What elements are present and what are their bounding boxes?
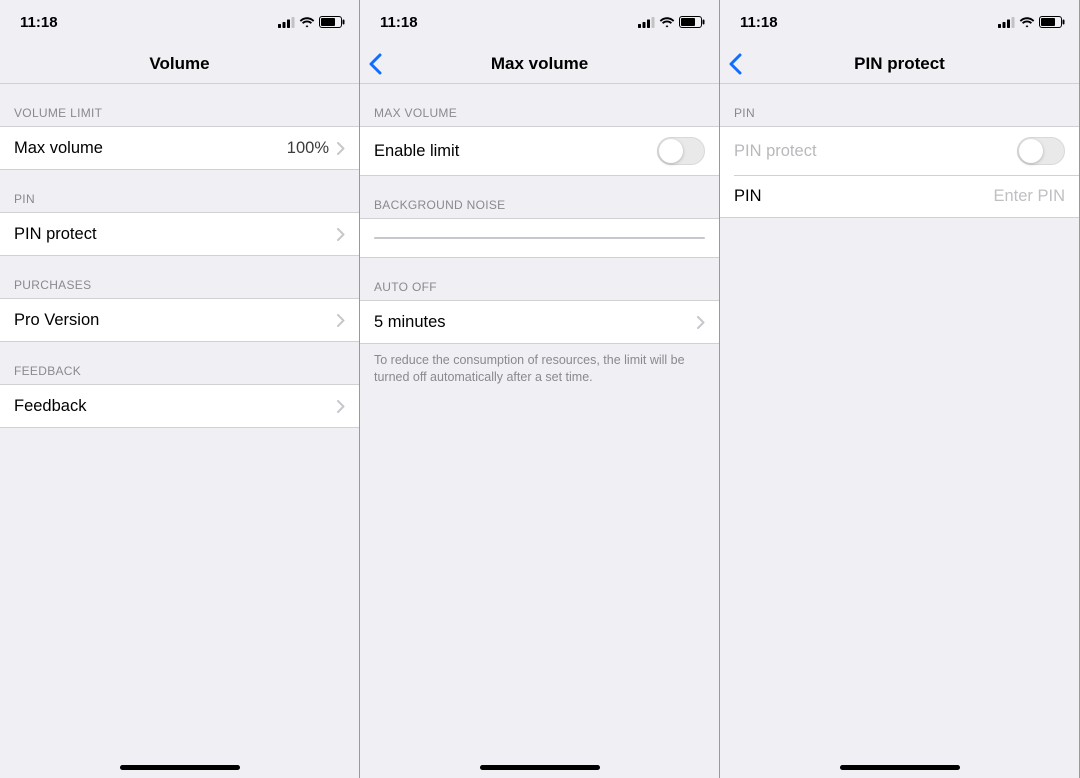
- row-pin-entry[interactable]: PIN: [720, 175, 1079, 217]
- cellular-icon: [278, 17, 295, 28]
- pin-input[interactable]: [965, 187, 1065, 206]
- screen-max-volume: 11:18 Max volume MAX VOLUME Enable limit…: [360, 0, 720, 778]
- status-time: 11:18: [740, 14, 778, 31]
- row-label: PIN protect: [14, 225, 97, 244]
- row-pro-version[interactable]: Pro Version: [0, 299, 359, 341]
- section-header-volume-limit: VOLUME LIMIT: [0, 84, 359, 126]
- slider-track[interactable]: [374, 237, 705, 239]
- section-header-pin: PIN: [720, 84, 1079, 126]
- section-header-max-volume: MAX VOLUME: [360, 84, 719, 126]
- wifi-icon: [1019, 17, 1035, 28]
- section-header-purchases: PURCHASES: [0, 256, 359, 298]
- chevron-left-icon: [728, 53, 742, 75]
- page-title: Volume: [149, 54, 209, 74]
- row-value: 100%: [287, 139, 329, 158]
- status-indicators: [278, 16, 345, 28]
- nav-header: Max volume: [360, 44, 719, 84]
- back-button[interactable]: [728, 44, 742, 83]
- section-header-background-noise: BACKGROUND NOISE: [360, 176, 719, 218]
- screen-volume: 11:18 Volume VOLUME LIMIT Max volume 100…: [0, 0, 360, 778]
- status-indicators: [638, 16, 705, 28]
- nav-header: PIN protect: [720, 44, 1079, 84]
- section-footer-auto-off: To reduce the consumption of resources, …: [360, 344, 719, 392]
- status-bar: 11:18: [0, 0, 359, 44]
- row-label: Pro Version: [14, 311, 99, 330]
- row-label: PIN protect: [734, 142, 817, 161]
- row-max-volume[interactable]: Max volume 100%: [0, 127, 359, 169]
- page-title: PIN protect: [854, 54, 945, 74]
- home-indicator[interactable]: [120, 765, 240, 770]
- battery-icon: [319, 16, 345, 28]
- chevron-right-icon: [337, 400, 345, 413]
- pin-protect-toggle[interactable]: [1017, 137, 1065, 165]
- status-time: 11:18: [20, 14, 58, 31]
- row-label: Max volume: [14, 139, 103, 158]
- row-background-noise-slider[interactable]: [360, 218, 719, 258]
- chevron-right-icon: [337, 228, 345, 241]
- row-label: Feedback: [14, 397, 86, 416]
- section-header-auto-off: AUTO OFF: [360, 258, 719, 300]
- battery-icon: [679, 16, 705, 28]
- row-pin-protect-toggle[interactable]: PIN protect: [720, 127, 1079, 175]
- row-enable-limit[interactable]: Enable limit: [360, 127, 719, 175]
- status-bar: 11:18: [720, 0, 1079, 44]
- chevron-left-icon: [368, 53, 382, 75]
- row-pin-protect[interactable]: PIN protect: [0, 213, 359, 255]
- row-label: Enable limit: [374, 142, 459, 161]
- status-bar: 11:18: [360, 0, 719, 44]
- battery-icon: [1039, 16, 1065, 28]
- row-label: 5 minutes: [374, 313, 446, 332]
- wifi-icon: [659, 17, 675, 28]
- back-button[interactable]: [368, 44, 382, 83]
- chevron-right-icon: [337, 142, 345, 155]
- cellular-icon: [638, 17, 655, 28]
- cellular-icon: [998, 17, 1015, 28]
- status-time: 11:18: [380, 14, 418, 31]
- section-header-pin: PIN: [0, 170, 359, 212]
- home-indicator[interactable]: [840, 765, 960, 770]
- screen-pin-protect: 11:18 PIN protect PIN PIN protect PIN: [720, 0, 1080, 778]
- page-title: Max volume: [491, 54, 588, 74]
- section-header-feedback: FEEDBACK: [0, 342, 359, 384]
- chevron-right-icon: [697, 316, 705, 329]
- chevron-right-icon: [337, 314, 345, 327]
- enable-limit-toggle[interactable]: [657, 137, 705, 165]
- status-indicators: [998, 16, 1065, 28]
- row-auto-off-duration[interactable]: 5 minutes: [360, 301, 719, 343]
- row-feedback[interactable]: Feedback: [0, 385, 359, 427]
- wifi-icon: [299, 17, 315, 28]
- home-indicator[interactable]: [480, 765, 600, 770]
- row-label: PIN: [734, 187, 762, 206]
- nav-header: Volume: [0, 44, 359, 84]
